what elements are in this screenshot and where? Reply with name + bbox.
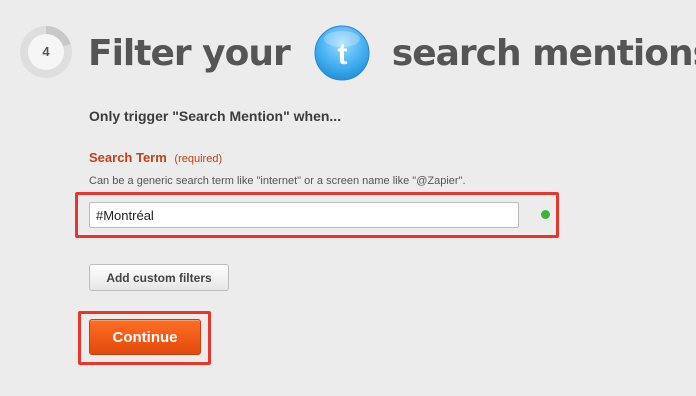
intro-text: Only trigger "Search Mention" when... (89, 108, 342, 124)
required-indicator: (required) (174, 153, 223, 165)
step-number: 4 (28, 34, 64, 70)
page-title: Filter your t search mentions (88, 25, 696, 81)
svg-text:t: t (337, 38, 347, 71)
page-title-prefix: Filter your (88, 32, 291, 74)
twitter-bird-icon: t (314, 25, 370, 81)
valid-status-dot (541, 210, 550, 219)
page-title-suffix: search mentions (391, 32, 696, 74)
add-custom-filters-button[interactable]: Add custom filters (89, 264, 229, 291)
continue-button[interactable]: Continue (89, 319, 201, 355)
search-term-label-text: Search Term (89, 150, 167, 165)
search-term-help: Can be a generic search term like "inter… (89, 175, 466, 187)
step-indicator: 4 (20, 26, 72, 78)
search-term-input[interactable] (89, 202, 519, 228)
search-term-label: Search Term (required) (89, 150, 222, 165)
